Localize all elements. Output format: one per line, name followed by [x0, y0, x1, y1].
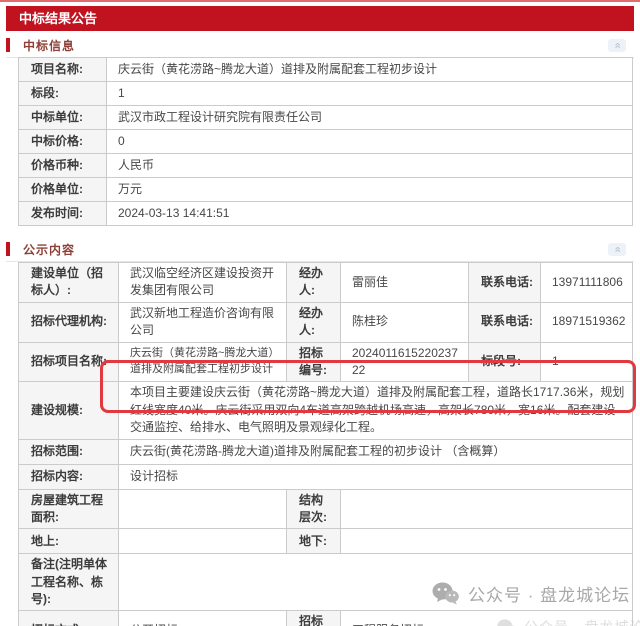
table-row-construction-scale: 建设规模: 本项目主要建设庆云街（黄花涝路~腾龙大道）道排及附属配套工程，道路长… [18, 381, 633, 440]
field-value: 0 [106, 129, 633, 154]
section-header-bid-info: 中标信息 « [6, 36, 634, 58]
table-row: 价格单位: 万元 [18, 177, 633, 202]
bid-info-table: 项目名称: 庆云街（黄花涝路~腾龙大道）道排及附属配套工程初步设计 标段: 1 中标… [18, 57, 633, 226]
field-label: 经办人: [286, 301, 341, 343]
field-value: 万元 [106, 177, 633, 202]
field-label: 项目名称: [18, 57, 107, 82]
field-label: 招标代理机构: [18, 301, 119, 343]
watermark-text: 公众号 · 盘龙城论坛 [524, 617, 640, 626]
field-value: 庆云街（黄花涝路~腾龙大道）道排及附属配套工程初步设计 [106, 57, 633, 82]
notice-table: 建设单位（招标人）: 武汉临空经济区建设投资开发集团有限公司 经办人: 雷丽佳 … [18, 262, 633, 626]
field-value: 武汉新地工程造价咨询有限公司 [118, 301, 287, 343]
double-chevron-up-icon: « [611, 41, 624, 49]
field-label: 建设单位（招标人）: [18, 262, 119, 303]
field-value: 武汉临空经济区建设投资开发集团有限公司 [118, 262, 287, 303]
field-value [340, 488, 633, 530]
field-label: 联系电话: [468, 262, 541, 303]
field-label: 价格币种: [18, 153, 107, 178]
table-row: 房屋建筑工程面积: 结构层次: [18, 488, 633, 530]
table-row: 项目名称: 庆云街（黄花涝路~腾龙大道）道排及附属配套工程初步设计 [18, 57, 633, 82]
wechat-icon [497, 618, 516, 626]
field-label: 联系电话: [468, 301, 541, 343]
field-value: 202401161522023722 [340, 341, 469, 383]
table-row: 招标代理机构: 武汉新地工程造价咨询有限公司 经办人: 陈桂珍 联系电话: 18… [18, 301, 633, 343]
field-value [118, 488, 287, 530]
field-value-construction-scale: 本项目主要建设庆云街（黄花涝路~腾龙大道）道排及附属配套工程，道路长1717.3… [118, 381, 633, 440]
page-title-banner: 中标结果公告 [6, 6, 634, 31]
wechat-icon [432, 582, 459, 605]
field-value: 18971519362 [540, 301, 633, 343]
section-accent-bar [6, 242, 10, 256]
field-label: 中标价格: [18, 129, 107, 154]
field-value: 公开招标 [118, 610, 287, 626]
section-title-bid-info: 中标信息 [23, 38, 76, 53]
field-label: 建设规模: [18, 381, 119, 440]
field-value: 1 [540, 341, 633, 383]
double-chevron-up-icon: « [611, 245, 624, 253]
field-label: 中标单位: [18, 105, 107, 130]
collapse-section-button[interactable]: « [608, 38, 626, 52]
announcement-page: 中标结果公告 中标信息 « 项目名称: 庆云街（黄花涝路~腾龙大道）道排及附属配套… [0, 0, 640, 626]
watermark: 公众号 · 盘龙城论坛 [432, 581, 630, 606]
table-row: 招标范围: 庆云街(黄花涝路-腾龙大道)道排及附属配套工程的初步设计 （含概算） [18, 438, 633, 465]
field-value: 人民币 [106, 153, 633, 178]
field-value: 庆云街(黄花涝路-腾龙大道)道排及附属配套工程的初步设计 （含概算） [118, 438, 633, 465]
table-row: 发布时间: 2024-03-13 14:41:51 [18, 201, 633, 226]
section-header-notice: 公示内容 « [6, 240, 634, 262]
field-value: 雷丽佳 [340, 262, 469, 303]
field-label: 发布时间: [18, 201, 107, 226]
field-label: 标段号: [468, 341, 541, 383]
field-label: 备注(注明单体工程名称、栋号): [18, 553, 119, 612]
table-row: 中标单位: 武汉市政工程设计研究院有限责任公司 [18, 105, 633, 130]
field-label: 招标类别: [286, 610, 341, 626]
field-value: 2024-03-13 14:41:51 [106, 201, 633, 226]
field-label: 招标项目名称: [18, 341, 119, 383]
field-value: 1 [106, 81, 633, 106]
field-value [340, 528, 633, 555]
watermark-partial: 公众号 · 盘龙城论坛 [497, 617, 640, 626]
field-label: 招标编号: [286, 341, 341, 383]
field-label: 招标范围: [18, 438, 119, 465]
page-title: 中标结果公告 [19, 11, 98, 26]
field-label: 价格单位: [18, 177, 107, 202]
field-label: 经办人: [286, 262, 341, 303]
section-title-notice: 公示内容 [23, 242, 76, 257]
watermark-text: 公众号 · 盘龙城论坛 [468, 586, 631, 605]
field-label: 招标方式: [18, 610, 119, 626]
collapse-section-button[interactable]: « [608, 242, 626, 256]
field-label: 地下: [286, 528, 341, 555]
table-row: 招标内容: 设计招标 [18, 463, 633, 490]
table-row: 招标项目名称: 庆云街（黄花涝路~腾龙大道）道排及附属配套工程初步设计 招标编号… [18, 341, 633, 383]
table-row: 标段: 1 [18, 81, 633, 106]
field-label: 标段: [18, 81, 107, 106]
field-value: 武汉市政工程设计研究院有限责任公司 [106, 105, 633, 130]
field-label: 招标内容: [18, 463, 119, 490]
field-label: 房屋建筑工程面积: [18, 488, 119, 530]
field-value: 陈桂珍 [340, 301, 469, 343]
section-accent-bar [6, 38, 10, 52]
field-label: 地上: [18, 528, 119, 555]
field-value: 13971111806 [540, 262, 633, 303]
table-row: 地上: 地下: [18, 528, 633, 555]
field-value: 庆云街（黄花涝路~腾龙大道）道排及附属配套工程初步设计 [118, 341, 287, 383]
field-label: 结构层次: [286, 488, 341, 530]
table-row: 中标价格: 0 [18, 129, 633, 154]
table-row: 建设单位（招标人）: 武汉临空经济区建设投资开发集团有限公司 经办人: 雷丽佳 … [18, 262, 633, 303]
table-row: 价格币种: 人民币 [18, 153, 633, 178]
field-value [118, 528, 287, 555]
top-accent-line [0, 0, 640, 2]
field-value: 设计招标 [118, 463, 633, 490]
